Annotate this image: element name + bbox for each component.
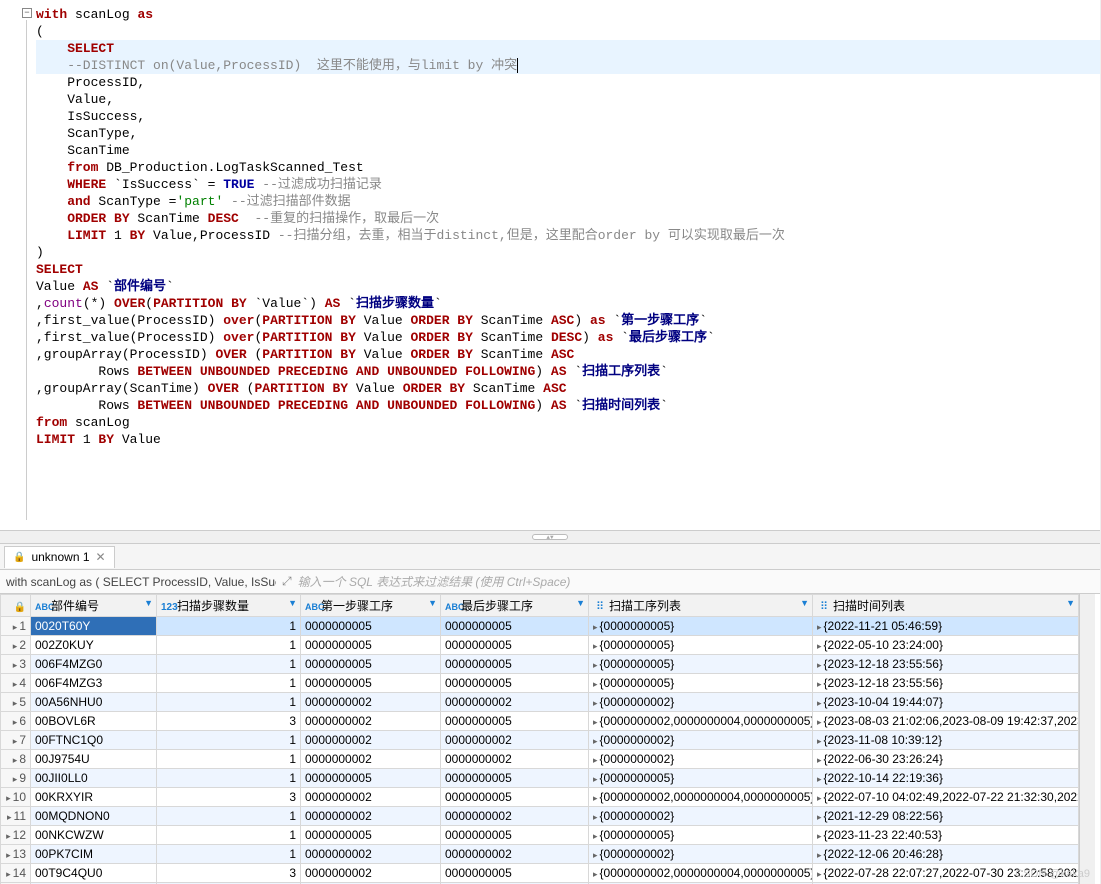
filter-dropdown-icon: ▼ xyxy=(144,598,153,608)
results-tab-bar: 🔒 unknown 1 ✕ xyxy=(0,544,1100,570)
table-row[interactable]: ▸900JII0LL0100000000050000000005▸{000000… xyxy=(1,769,1079,788)
table-row[interactable]: ▸500A56NHU0100000000020000000002▸{000000… xyxy=(1,693,1079,712)
vertical-scrollbar[interactable] xyxy=(1079,594,1095,884)
col-header-partno[interactable]: ABC部件编号▼ xyxy=(31,595,157,617)
col-header-timelist[interactable]: ⠿扫描时间列表▼ xyxy=(813,595,1079,617)
lock-icon: 🔒 xyxy=(13,552,25,563)
table-row[interactable]: ▸1200NKCWZW100000000050000000005▸{000000… xyxy=(1,826,1079,845)
close-icon[interactable]: ✕ xyxy=(96,550,106,564)
table-row[interactable]: ▸4006F4MZG3100000000050000000005▸{000000… xyxy=(1,674,1079,693)
table-row[interactable]: ▸600BOVL6R300000000020000000005▸{0000000… xyxy=(1,712,1079,731)
number-type-icon: 123 xyxy=(161,602,175,613)
fold-guide xyxy=(26,20,27,520)
tab-label: unknown 1 xyxy=(31,550,89,564)
col-header-steplist[interactable]: ⠿扫描工序列表▼ xyxy=(589,595,813,617)
array-type-icon: ⠿ xyxy=(593,600,607,613)
lock-icon: 🔒 xyxy=(14,602,26,613)
table-row[interactable]: ▸700FTNC1Q0100000000020000000002▸{000000… xyxy=(1,731,1079,750)
table-row[interactable]: ▸3006F4MZG0100000000050000000005▸{000000… xyxy=(1,655,1079,674)
fold-toggle-icon[interactable]: − xyxy=(22,8,32,18)
table-row[interactable]: ▸1000KRXYIR300000000020000000005▸{000000… xyxy=(1,788,1079,807)
filter-bar: with scanLog as ( SELECT ProcessID, Valu… xyxy=(0,570,1100,594)
results-grid[interactable]: 🔒 ABC部件编号▼ 123扫描步骤数量▼ ABC第一步骤工序▼ ABC最后步骤… xyxy=(0,594,1079,884)
table-row[interactable]: ▸1300PK7CIM100000000020000000002▸{000000… xyxy=(1,845,1079,864)
table-row[interactable]: ▸10020T60Y100000000050000000005▸{0000000… xyxy=(1,617,1079,636)
expand-icon[interactable]: ⤢ xyxy=(282,574,292,589)
filter-dropdown-icon: ▼ xyxy=(428,598,437,608)
results-tab[interactable]: 🔒 unknown 1 ✕ xyxy=(4,546,115,568)
sql-editor[interactable]: − with scanLog as ( SELECT --DISTINCT on… xyxy=(0,0,1100,530)
table-row[interactable]: ▸800J9754U100000000020000000002▸{0000000… xyxy=(1,750,1079,769)
filter-dropdown-icon: ▼ xyxy=(1066,598,1075,608)
table-row[interactable]: ▸1100MQDNON0100000000020000000002▸{00000… xyxy=(1,807,1079,826)
filter-dropdown-icon: ▼ xyxy=(576,598,585,608)
table-row[interactable]: ▸1400T9C4QU0300000000020000000005▸{00000… xyxy=(1,864,1079,883)
text-type-icon: ABC xyxy=(445,602,459,612)
col-header-laststep[interactable]: ABC最后步骤工序▼ xyxy=(441,595,589,617)
col-header-stepcount[interactable]: 123扫描步骤数量▼ xyxy=(157,595,301,617)
header-row: 🔒 ABC部件编号▼ 123扫描步骤数量▼ ABC第一步骤工序▼ ABC最后步骤… xyxy=(1,595,1079,617)
text-type-icon: ABC xyxy=(305,602,319,612)
col-header-firststep[interactable]: ABC第一步骤工序▼ xyxy=(301,595,441,617)
rownum-header[interactable]: 🔒 xyxy=(1,595,31,617)
filter-dropdown-icon: ▼ xyxy=(800,598,809,608)
query-preview: with scanLog as ( SELECT ProcessID, Valu… xyxy=(6,575,276,589)
array-type-icon: ⠿ xyxy=(817,600,831,613)
table-row[interactable]: ▸2002Z0KUY100000000050000000005▸{0000000… xyxy=(1,636,1079,655)
filter-dropdown-icon: ▼ xyxy=(288,598,297,608)
filter-hint[interactable]: 输入一个 SQL 表达式来过滤结果 (使用 Ctrl+Space) xyxy=(298,573,571,590)
pane-splitter[interactable]: ▲▼ xyxy=(0,530,1100,544)
watermark: CSDN @kaka9 xyxy=(1015,868,1090,880)
text-type-icon: ABC xyxy=(35,602,49,612)
